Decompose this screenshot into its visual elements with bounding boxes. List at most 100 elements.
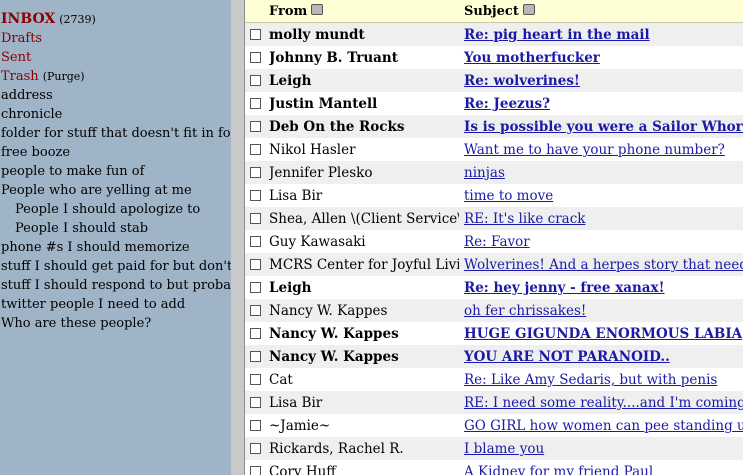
message-sender: Jennifer Plesko xyxy=(269,165,373,181)
message-subject-link[interactable]: Re: pig heart in the mail xyxy=(464,27,650,43)
sidebar-folder-free-booze[interactable]: free booze xyxy=(0,143,231,162)
subject-column-header[interactable]: Subject xyxy=(464,4,535,19)
message-row[interactable]: Jennifer Plesko ninjas xyxy=(245,161,743,184)
message-row[interactable]: Cory Huff A Kidney for my friend Paul xyxy=(245,460,743,475)
message-row[interactable]: Justin Mantell Re: Jeezus? xyxy=(245,92,743,115)
message-subject-link[interactable]: ninjas xyxy=(464,165,505,181)
message-row[interactable]: Nancy W. Kappes YOU ARE NOT PARANOID.. xyxy=(245,345,743,368)
select-checkbox[interactable] xyxy=(250,259,261,270)
message-subject-link[interactable]: time to move xyxy=(464,188,553,204)
message-sender: Nikol Hasler xyxy=(269,142,356,158)
sidebar-folder-people-i-should-apologize-to[interactable]: People I should apologize to xyxy=(0,200,231,219)
message-subject-link[interactable]: Re: wolverines! xyxy=(464,73,580,89)
folder-label: folder for stuff that doesn't fit in fol… xyxy=(1,126,231,141)
select-checkbox[interactable] xyxy=(250,213,261,224)
message-row[interactable]: Lisa Bir RE: I need some reality....and I… xyxy=(245,391,743,414)
message-sender: Shea, Allen \(Client Service\) xyxy=(269,211,459,227)
message-subject-link[interactable]: You motherfucker xyxy=(464,50,600,66)
select-checkbox[interactable] xyxy=(250,75,261,86)
message-subject-link[interactable]: A Kidney for my friend Paul xyxy=(464,464,653,475)
sidebar-folder-phone-s-i-should-memorize[interactable]: phone #s I should memorize xyxy=(0,238,231,257)
select-checkbox[interactable] xyxy=(250,144,261,155)
select-checkbox[interactable] xyxy=(250,121,261,132)
sort-icon[interactable] xyxy=(311,4,324,15)
message-row[interactable]: Lisa Bir time to move xyxy=(245,184,743,207)
message-subject-link[interactable]: Wolverines! And a herpes story that need… xyxy=(464,257,743,273)
select-checkbox[interactable] xyxy=(250,236,261,247)
message-sender: Cat xyxy=(269,372,293,388)
sidebar-folder-people-who-are-yelling-at-me[interactable]: People who are yelling at me xyxy=(0,181,231,200)
message-row[interactable]: Nancy W. Kappes oh fer chrissakes! xyxy=(245,299,743,322)
select-checkbox[interactable] xyxy=(250,29,261,40)
select-checkbox[interactable] xyxy=(250,420,261,431)
message-subject-link[interactable]: I blame you xyxy=(464,441,544,457)
purge-link[interactable]: (Purge) xyxy=(43,70,85,83)
unread-count: (2739) xyxy=(59,13,96,26)
message-subject-link[interactable]: GO GIRL how women can pee standing up.. … xyxy=(464,418,743,434)
select-checkbox[interactable] xyxy=(250,466,261,475)
message-row[interactable]: ~Jamie~ GO GIRL how women can pee standin… xyxy=(245,414,743,437)
message-subject-link[interactable]: Re: Favor xyxy=(464,234,530,250)
message-row[interactable]: Guy Kawasaki Re: Favor xyxy=(245,230,743,253)
message-subject-link[interactable]: YOU ARE NOT PARANOID.. xyxy=(464,349,670,365)
pane-divider[interactable] xyxy=(231,0,245,475)
message-row[interactable]: Deb On the Rocks Is is possible you were … xyxy=(245,115,743,138)
sidebar-folder-people-i-should-stab[interactable]: People I should stab xyxy=(0,219,231,238)
message-row[interactable]: Nancy W. Kappes HUGE GIGUNDA ENORMOUS LAB… xyxy=(245,322,743,345)
message-subject-link[interactable]: Want me to have your phone number? xyxy=(464,142,725,158)
message-sender: MCRS Center for Joyful Living xyxy=(269,257,459,273)
select-checkbox[interactable] xyxy=(250,282,261,293)
message-row[interactable]: MCRS Center for Joyful Living Wolverines!… xyxy=(245,253,743,276)
message-list: From Subject molly mundt Re: pig heart in… xyxy=(245,0,743,475)
message-row[interactable]: Leigh Re: wolverines! xyxy=(245,69,743,92)
select-checkbox[interactable] xyxy=(250,167,261,178)
sort-icon[interactable] xyxy=(522,4,535,15)
sidebar-folder-trash[interactable]: Trash (Purge) xyxy=(0,67,231,86)
message-row[interactable]: Johnny B. Truant You motherfucker xyxy=(245,46,743,69)
message-subject-link[interactable]: RE: I need some reality....and I'm comin… xyxy=(464,395,743,411)
select-checkbox[interactable] xyxy=(250,351,261,362)
sidebar-folder-stuff-i-should-respond-to-but-probably[interactable]: stuff I should respond to but probably xyxy=(0,276,231,295)
message-sender: Lisa Bir xyxy=(269,395,323,411)
sidebar-folder-twitter-people-i-need-to-add[interactable]: twitter people I need to add xyxy=(0,295,231,314)
sidebar-folder-address[interactable]: address xyxy=(0,86,231,105)
message-sender: Nancy W. Kappes xyxy=(269,349,399,365)
sidebar-folder-drafts[interactable]: Drafts xyxy=(0,29,231,48)
sidebar-folder-stuff-i-should-get-paid-for-but-don-t[interactable]: stuff I should get paid for but don't xyxy=(0,257,231,276)
sidebar-folder-sent[interactable]: Sent xyxy=(0,48,231,67)
sidebar-folder-chronicle[interactable]: chronicle xyxy=(0,105,231,124)
message-row[interactable]: molly mundt Re: pig heart in the mail xyxy=(245,23,743,46)
from-column-header[interactable]: From xyxy=(269,4,324,19)
message-row[interactable]: Cat Re: Like Amy Sedaris, but with penis xyxy=(245,368,743,391)
folder-label: chronicle xyxy=(1,107,63,122)
message-subject-link[interactable]: Re: Jeezus? xyxy=(464,96,550,112)
select-checkbox[interactable] xyxy=(250,305,261,316)
sidebar-folder-people-to-make-fun-of[interactable]: people to make fun of xyxy=(0,162,231,181)
message-subject-link[interactable]: Re: hey jenny - free xanax! xyxy=(464,280,665,296)
folder-label: People I should apologize to xyxy=(15,202,201,217)
folder-label: People I should stab xyxy=(15,221,149,236)
folder-label: INBOX xyxy=(1,11,56,27)
select-checkbox[interactable] xyxy=(250,397,261,408)
message-sender: molly mundt xyxy=(269,27,365,43)
message-row[interactable]: Rickards, Rachel R. I blame you xyxy=(245,437,743,460)
select-checkbox[interactable] xyxy=(250,190,261,201)
message-row[interactable]: Leigh Re: hey jenny - free xanax! xyxy=(245,276,743,299)
select-checkbox[interactable] xyxy=(250,52,261,63)
message-row[interactable]: Nikol Hasler Want me to have your phone n… xyxy=(245,138,743,161)
select-checkbox[interactable] xyxy=(250,98,261,109)
message-subject-link[interactable]: Re: Like Amy Sedaris, but with penis xyxy=(464,372,717,388)
message-row[interactable]: Shea, Allen \(Client Service\) RE: It's l… xyxy=(245,207,743,230)
message-sender: Johnny B. Truant xyxy=(269,50,398,66)
select-checkbox[interactable] xyxy=(250,328,261,339)
select-checkbox[interactable] xyxy=(250,374,261,385)
select-checkbox[interactable] xyxy=(250,443,261,454)
sidebar-folder-folder-for-stuff-that-doesn-t-fit-in-folders[interactable]: folder for stuff that doesn't fit in fol… xyxy=(0,124,231,143)
message-subject-link[interactable]: Is is possible you were a Sailor Whore i… xyxy=(464,119,743,135)
message-subject-link[interactable]: HUGE GIGUNDA ENORMOUS LABIA xyxy=(464,326,742,342)
message-subject-link[interactable]: RE: It's like crack xyxy=(464,211,585,227)
message-sender: Nancy W. Kappes xyxy=(269,303,388,319)
sidebar-folder-inbox[interactable]: INBOX (2739) xyxy=(0,10,231,29)
sidebar-folder-who-are-these-people[interactable]: Who are these people? xyxy=(0,314,231,333)
message-subject-link[interactable]: oh fer chrissakes! xyxy=(464,303,586,319)
